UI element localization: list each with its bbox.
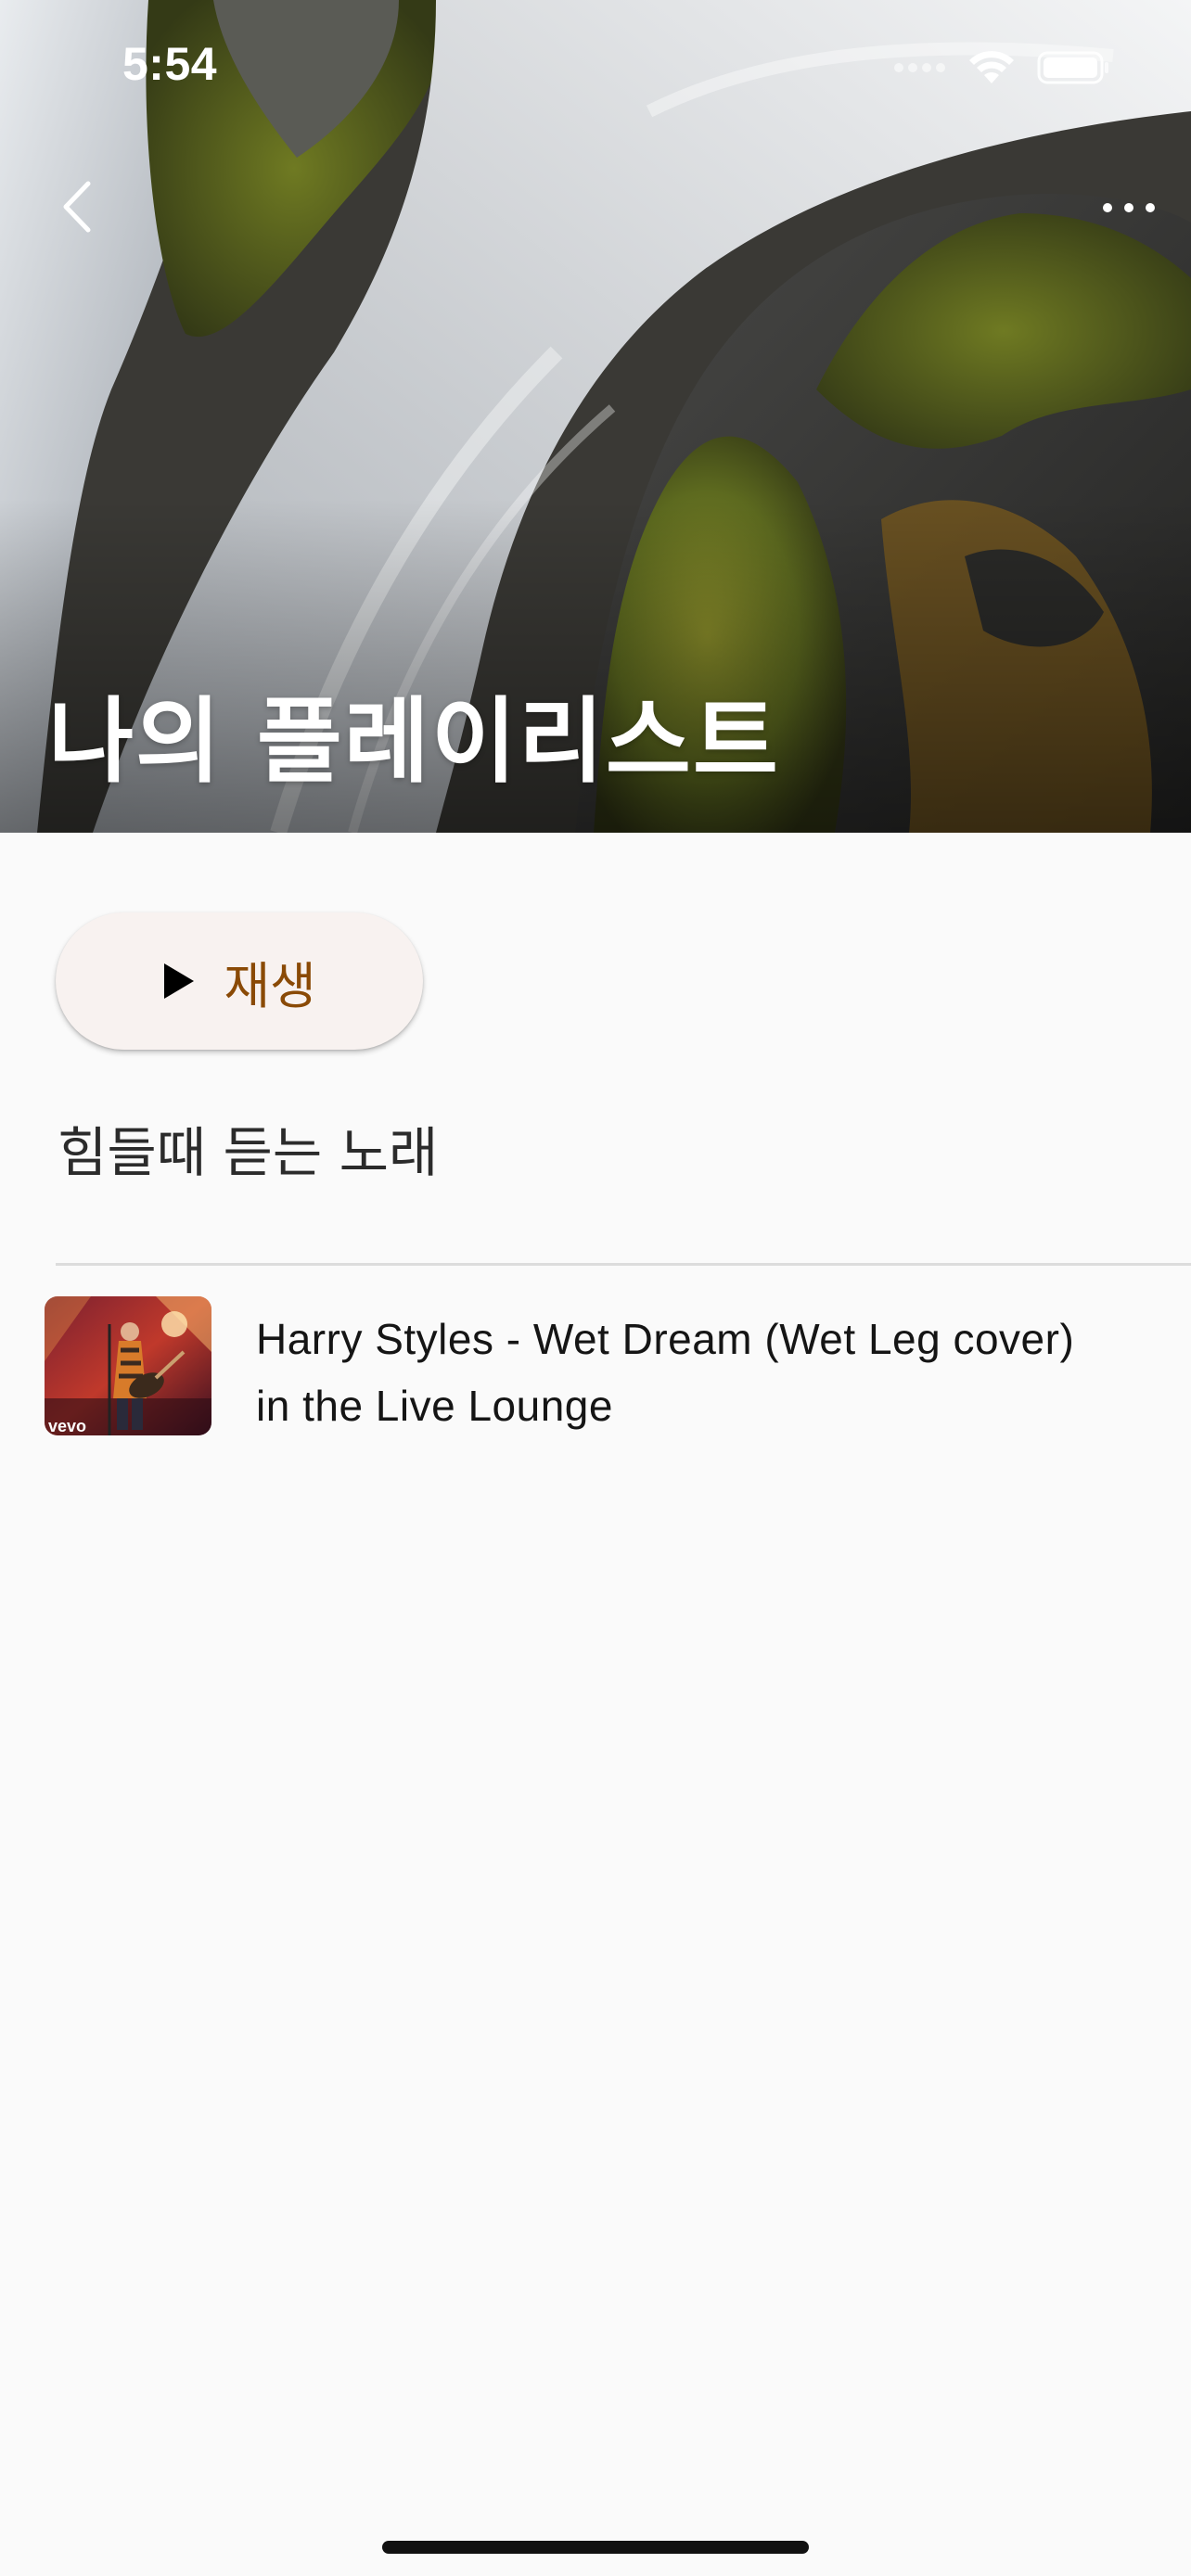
more-options-button[interactable] [1096, 182, 1161, 234]
track-title: Harry Styles - Wet Dream (Wet Leg cover)… [256, 1315, 1075, 1430]
playlist-title: 나의 플레이리스트 [48, 687, 780, 796]
divider [56, 1263, 1191, 1266]
status-time: 5:54 [122, 38, 218, 90]
playlist-description: 힘들때 듣는 노래 [58, 1121, 439, 1184]
video-thumbnail-image: vevo [45, 1296, 211, 1435]
cellular-signal-icon [894, 63, 945, 72]
play-button[interactable]: 재생 [56, 912, 423, 1050]
track-list-item[interactable]: vevo Harry Styles - Wet Dream (Wet Leg c… [0, 1289, 1191, 1452]
track-thumbnail: vevo [45, 1296, 211, 1435]
play-button-label: 재생 [224, 956, 316, 1015]
back-button[interactable] [48, 174, 104, 239]
chevron-left-icon [63, 181, 91, 233]
battery-icon [1037, 51, 1108, 84]
status-icons [892, 48, 1111, 87]
home-indicator[interactable] [382, 2541, 809, 2554]
ellipsis-horizontal-icon [1103, 203, 1155, 212]
wifi-icon [969, 51, 1014, 83]
play-triangle-icon [164, 963, 195, 999]
vevo-logo: vevo [48, 1417, 86, 1435]
playlist-screen: 5:54 나의 플레이리스트 재생 힘들때 듣는 노래 vevo Harry S… [0, 0, 1191, 2576]
